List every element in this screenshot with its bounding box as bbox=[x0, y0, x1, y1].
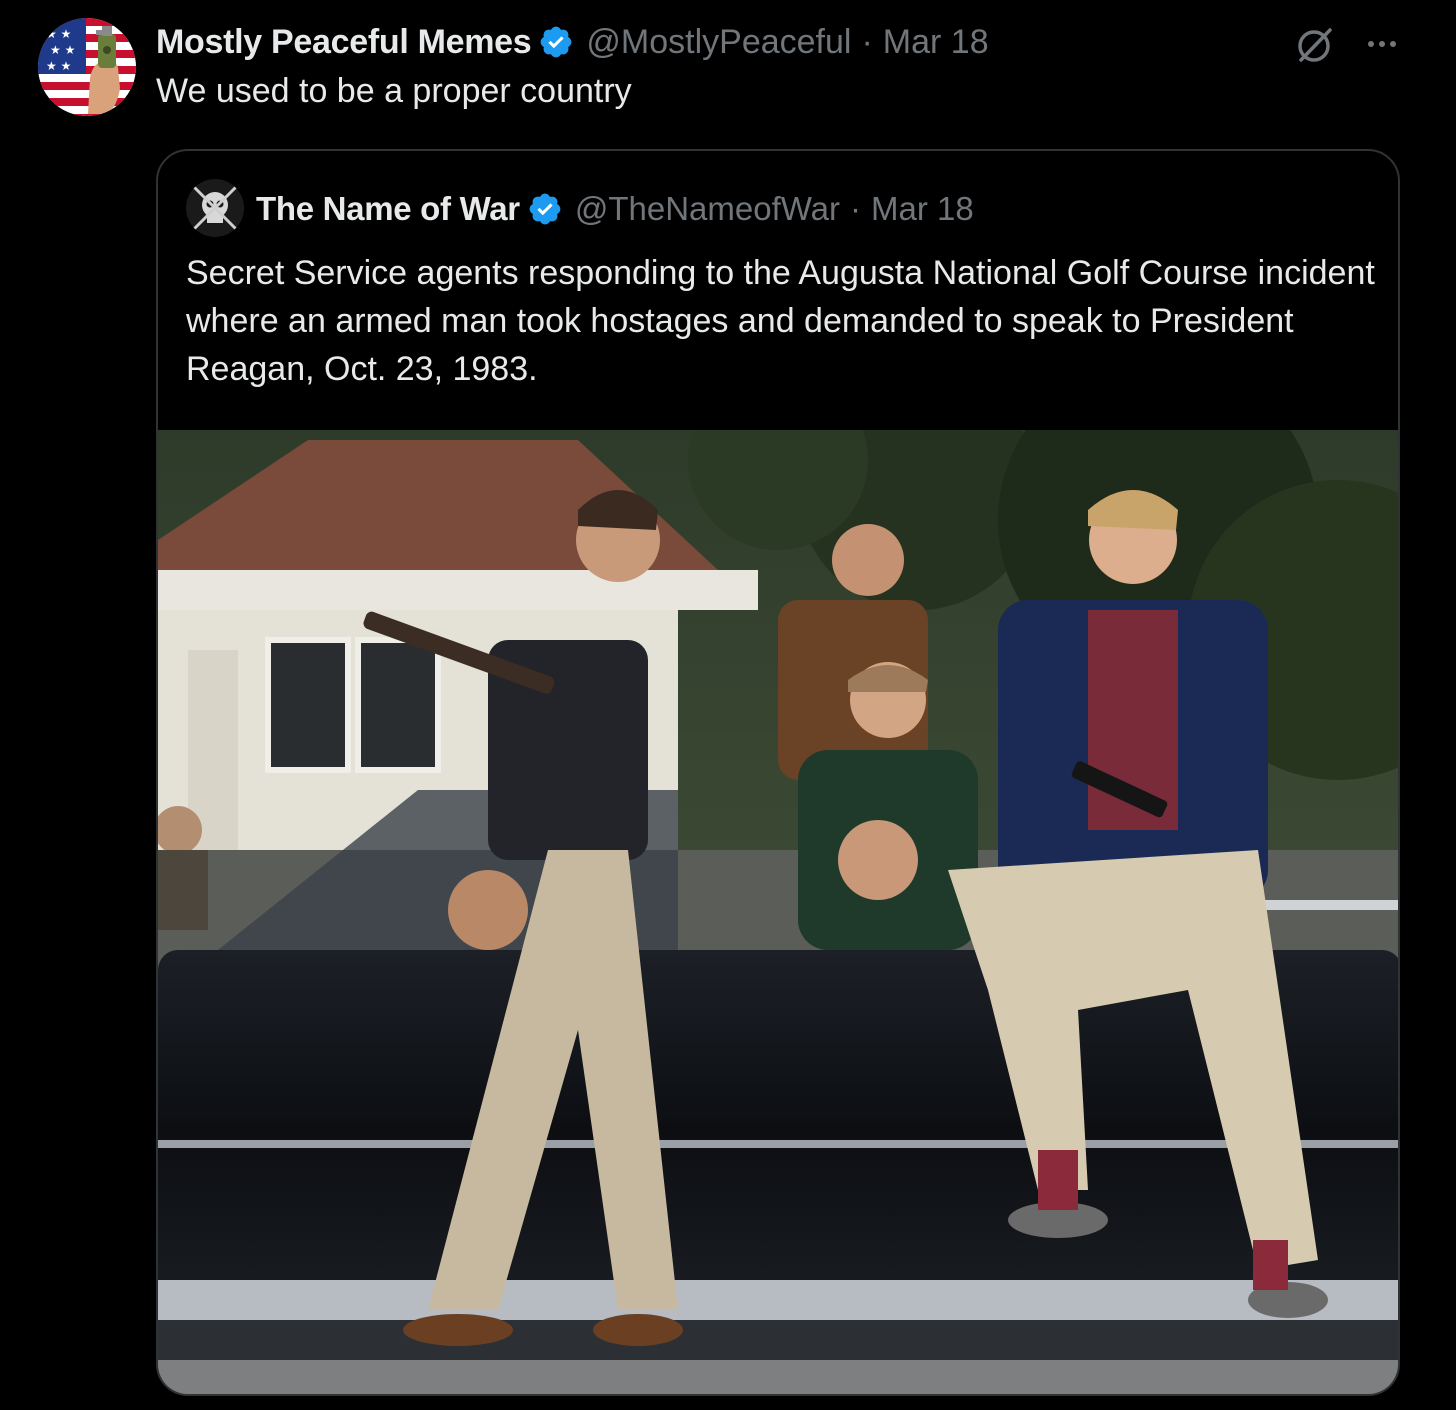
post-text: We used to be a proper country bbox=[156, 72, 632, 110]
quoted-post[interactable]: The Name of War @TheNameofWar · Mar 18 S… bbox=[156, 149, 1400, 1396]
author-name[interactable]: Mostly Peaceful Memes bbox=[156, 23, 532, 62]
quoted-author-handle[interactable]: @TheNameofWar bbox=[575, 190, 840, 228]
verified-badge-icon[interactable] bbox=[527, 191, 563, 227]
post-date[interactable]: Mar 18 bbox=[883, 23, 989, 62]
more-dot bbox=[1379, 41, 1385, 47]
verified-badge-icon[interactable] bbox=[538, 24, 574, 60]
author-handle[interactable]: @MostlyPeaceful bbox=[586, 23, 851, 62]
separator-dot: · bbox=[861, 22, 873, 61]
svg-text:★ ★: ★ ★ bbox=[46, 59, 71, 73]
photo-agents-on-limousine-icon bbox=[158, 430, 1398, 1394]
flag-hand-avatar-icon: ★ ★ ★ ★ ★ ★ bbox=[38, 18, 136, 116]
post[interactable]: ★ ★ ★ ★ ★ ★ Mostly Peaceful Memes @Mostl… bbox=[0, 0, 1456, 1410]
quoted-author-name[interactable]: The Name of War bbox=[256, 190, 520, 228]
more-dot bbox=[1368, 41, 1374, 47]
separator-dot: · bbox=[850, 190, 862, 227]
quoted-author-avatar[interactable] bbox=[186, 179, 244, 237]
skull-avatar-icon bbox=[186, 179, 244, 237]
post-header: Mostly Peaceful Memes @MostlyPeaceful · … bbox=[156, 20, 989, 64]
quoted-post-text: Secret Service agents responding to the … bbox=[186, 254, 1375, 388]
quoted-post-photo[interactable] bbox=[158, 430, 1398, 1394]
svg-text:★ ★: ★ ★ bbox=[50, 43, 75, 57]
author-avatar[interactable]: ★ ★ ★ ★ ★ ★ bbox=[38, 18, 136, 116]
svg-text:★ ★: ★ ★ bbox=[46, 27, 71, 41]
grok-icon[interactable] bbox=[1292, 22, 1338, 68]
more-dot bbox=[1390, 41, 1396, 47]
quoted-post-header: The Name of War @TheNameofWar · Mar 18 bbox=[256, 187, 974, 231]
more-icon[interactable] bbox=[1362, 24, 1402, 64]
quoted-post-date[interactable]: Mar 18 bbox=[871, 190, 974, 228]
